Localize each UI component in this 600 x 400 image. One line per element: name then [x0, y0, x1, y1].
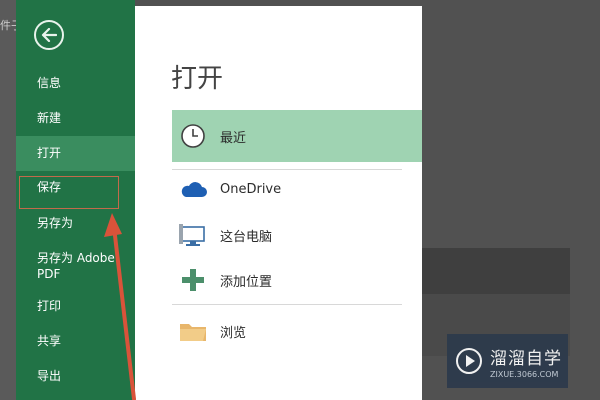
- location-browse[interactable]: 浏览: [172, 305, 422, 357]
- location-label: 添加位置: [220, 274, 273, 290]
- sidebar-item-open[interactable]: 打开: [16, 136, 135, 171]
- location-recent[interactable]: 最近: [172, 110, 422, 162]
- cloud-icon: [178, 174, 208, 204]
- sidebar-item-save[interactable]: 保存: [16, 179, 135, 195]
- location-onedrive[interactable]: OneDrive: [172, 163, 422, 215]
- background-window-strip: [0, 0, 16, 400]
- open-pane: 打开 最近 OneDrive 这台电脑 添加位置 浏览: [135, 6, 422, 400]
- sidebar-item-info[interactable]: 信息: [16, 75, 135, 91]
- sidebar-item-label: 保存: [37, 180, 62, 194]
- sidebar-item-label: 另存为: [37, 216, 74, 230]
- computer-icon: [178, 220, 208, 250]
- sidebar-item-label: 新建: [37, 111, 62, 125]
- location-label: OneDrive: [220, 181, 282, 197]
- page-title: 打开: [171, 64, 224, 94]
- back-button[interactable]: [34, 20, 64, 50]
- clock-icon: [178, 121, 208, 151]
- folder-icon: [178, 316, 208, 346]
- watermark-title: 溜溜自学: [490, 348, 562, 369]
- watermark-subtitle: ZIXUE.3066.COM: [490, 369, 559, 379]
- location-label: 这台电脑: [220, 229, 273, 245]
- location-label: 最近: [220, 130, 247, 146]
- sidebar-item-label: 导出: [37, 369, 62, 383]
- sidebar-item-new[interactable]: 新建: [16, 110, 135, 126]
- location-add-place[interactable]: 添加位置: [172, 254, 422, 306]
- play-logo-icon: [456, 348, 482, 374]
- annotation-arrow: [104, 213, 136, 400]
- back-arrow-icon: [41, 28, 57, 42]
- sidebar-item-label: 信息: [37, 76, 62, 90]
- location-label: 浏览: [220, 325, 247, 341]
- sidebar-item-label: 打开: [37, 146, 62, 160]
- sidebar-item-label: 打印: [37, 299, 62, 313]
- sidebar-item-label: 共享: [37, 334, 62, 348]
- watermark: 溜溜自学 ZIXUE.3066.COM: [447, 334, 568, 388]
- plus-icon: [178, 265, 208, 295]
